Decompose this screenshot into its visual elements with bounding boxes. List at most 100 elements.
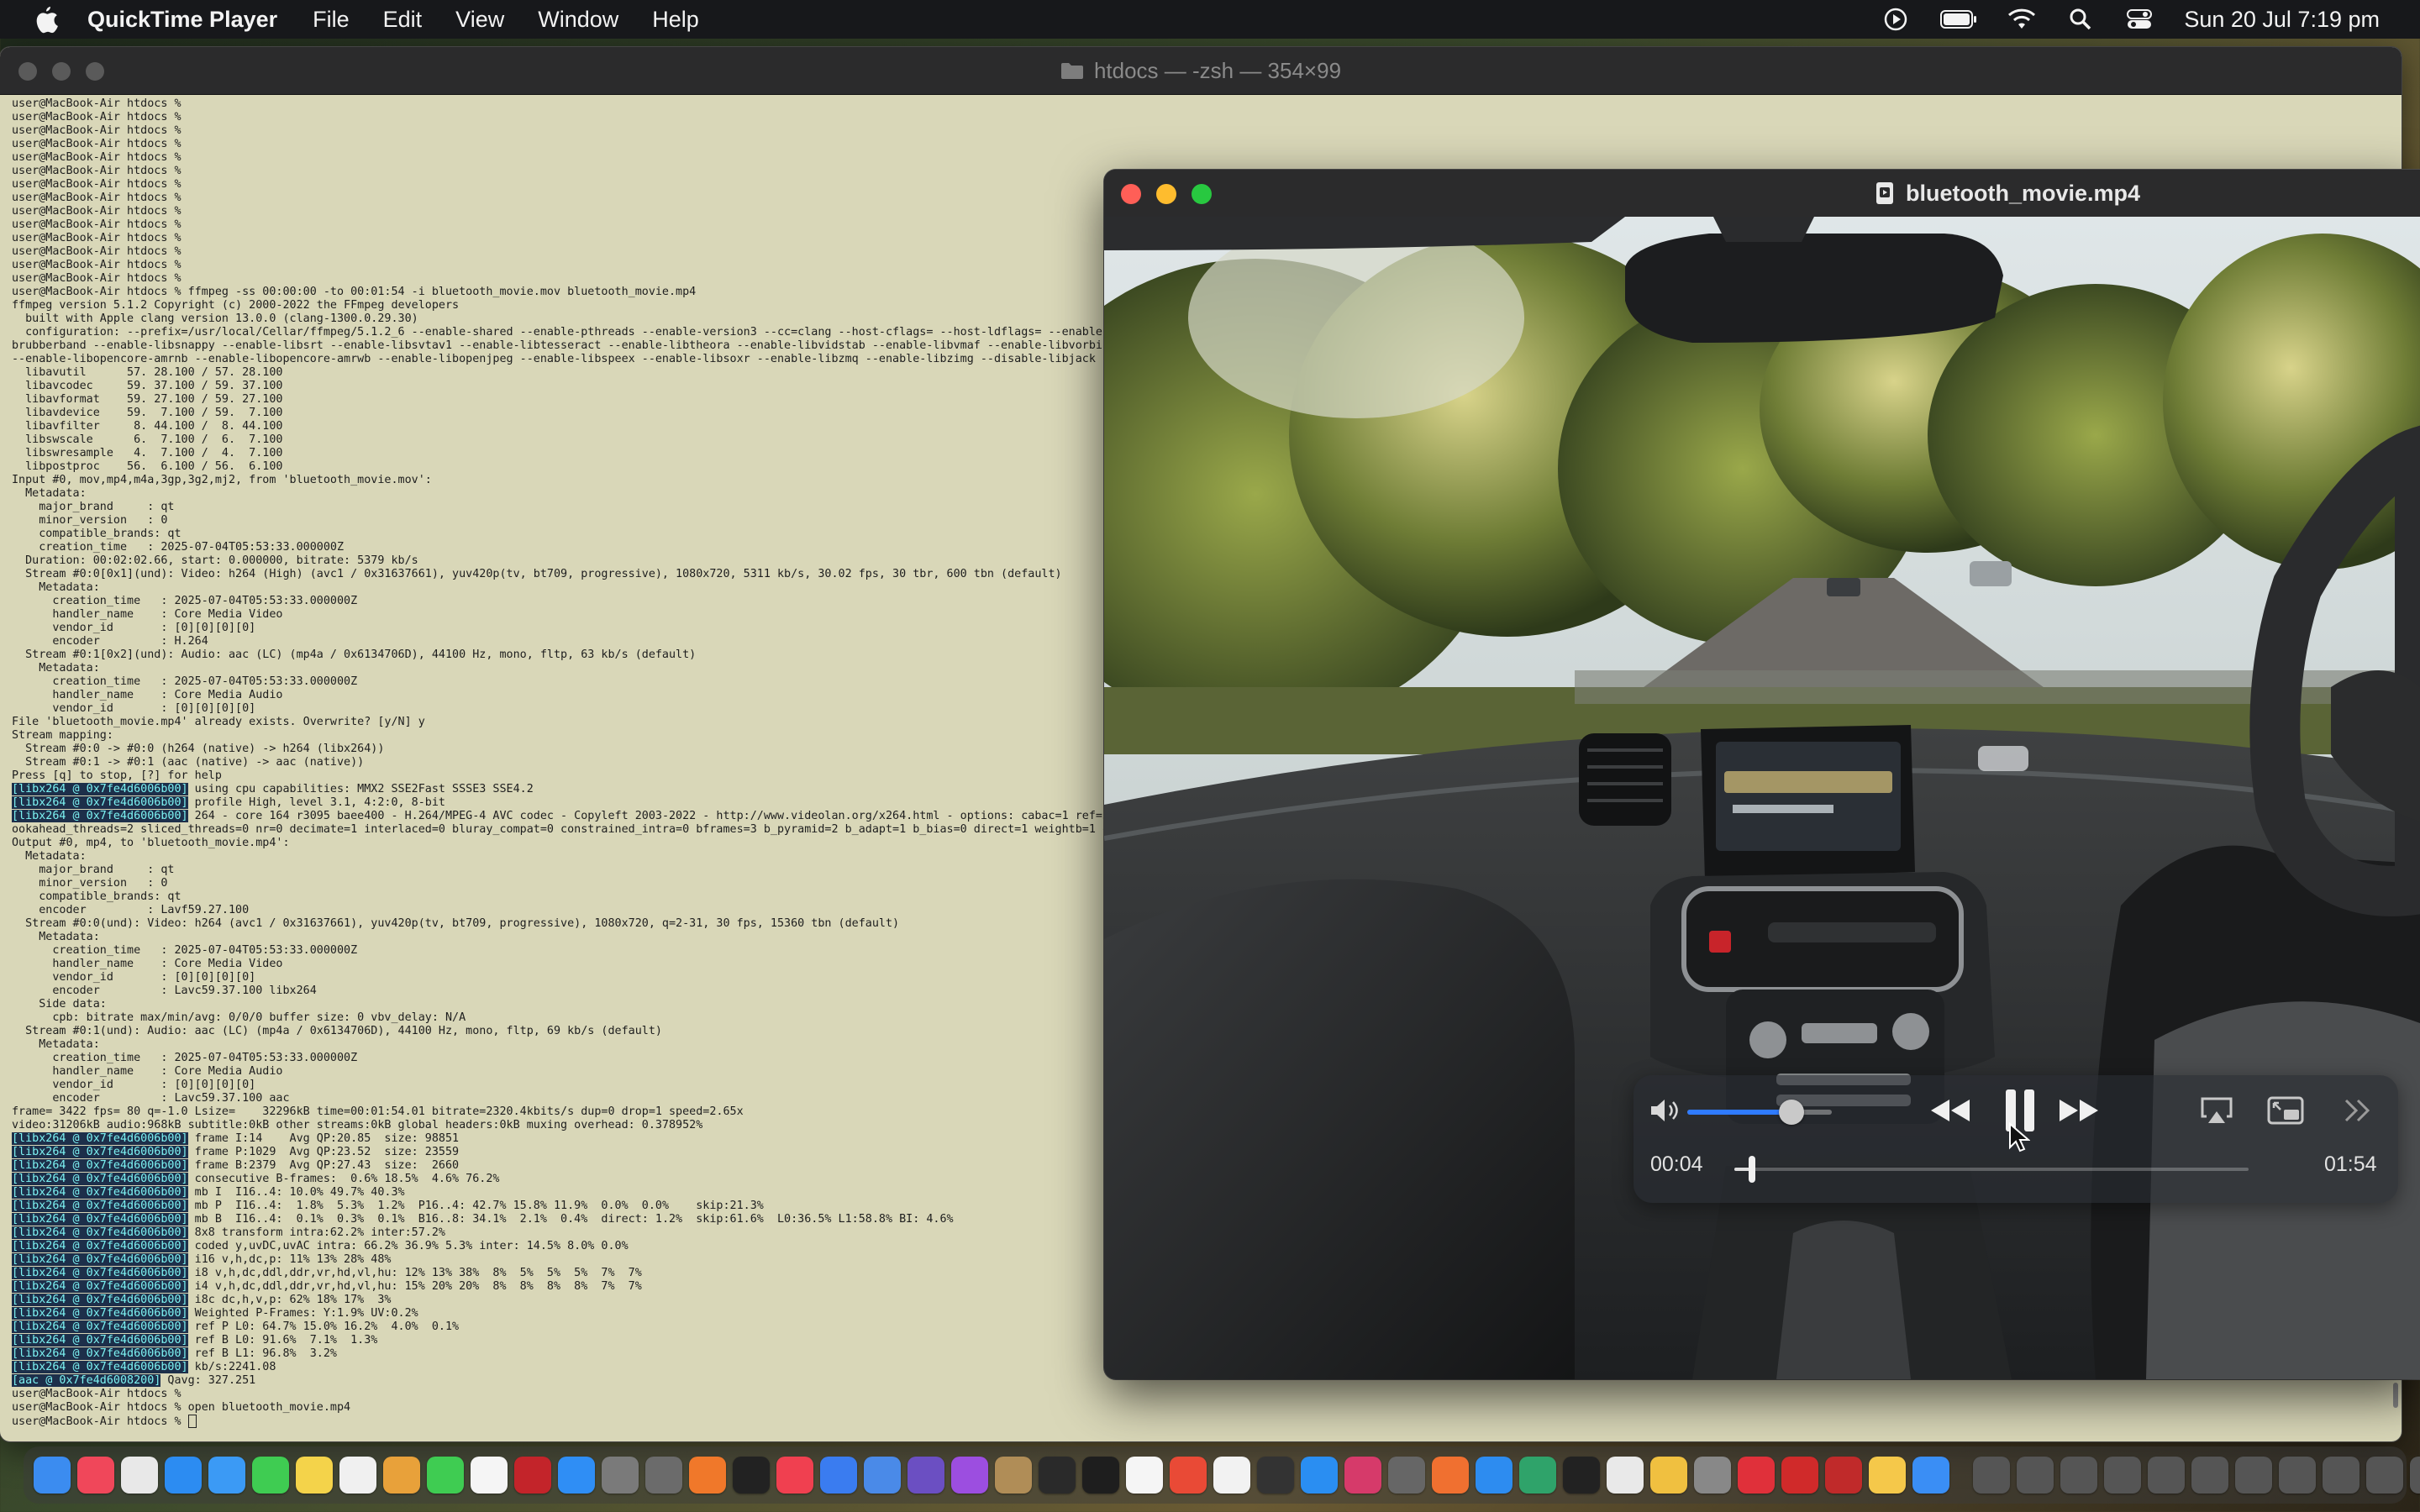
zoom-button[interactable] [86,62,104,81]
control-center-icon[interactable] [2125,5,2154,34]
line-text: user@MacBook-Air htdocs % [12,138,182,150]
preview-icon[interactable] [864,1457,901,1494]
battery-icon[interactable] [1940,5,1977,34]
dashboard-icon[interactable] [1388,1457,1425,1494]
wifi-icon[interactable] [2007,5,2036,34]
line-text: user@MacBook-Air htdocs % [12,111,182,123]
mail-icon[interactable] [208,1457,245,1494]
terminal-titlebar[interactable]: htdocs — -zsh — 354×99 [0,47,2402,95]
zoom-button[interactable] [1192,184,1212,204]
news-icon[interactable] [776,1457,813,1494]
pencil-icon[interactable] [1650,1457,1687,1494]
now-playing-icon[interactable] [1881,5,1910,34]
monkey-icon[interactable] [1694,1457,1731,1494]
rewind-button[interactable] [1928,1092,1973,1129]
window-thumb-icon[interactable] [2017,1457,2054,1494]
menu-window[interactable]: Window [538,7,618,33]
window-thumb-icon[interactable] [2191,1457,2228,1494]
close-button[interactable] [18,62,37,81]
archive-icon[interactable] [995,1457,1032,1494]
safari-icon[interactable] [165,1457,202,1494]
rewind-icon [1931,1100,1970,1121]
spotlight-search-icon[interactable] [2066,5,2095,34]
log-tag: [libx264 @ 0x7fe4d6006b00] [12,1173,188,1185]
facetime-icon[interactable] [427,1457,464,1494]
more-options-button[interactable] [2339,1094,2376,1127]
intellij-icon[interactable] [1344,1457,1381,1494]
window-thumb-icon[interactable] [1973,1457,2010,1494]
menu-file[interactable]: File [313,7,350,33]
music-icon[interactable] [77,1457,114,1494]
seek-knob[interactable] [1749,1156,1756,1183]
line-text: encoder : Lavc59.37.100 libx264 [12,984,317,997]
chrome-icon[interactable] [1170,1457,1207,1494]
chevron-double-right-icon [2344,1099,2370,1122]
lightbulb-icon[interactable] [1869,1457,1906,1494]
apple-menu-icon[interactable] [34,5,59,34]
firefox-icon[interactable] [689,1457,726,1494]
freeform-icon[interactable] [339,1457,376,1494]
window-thumb-icon[interactable] [2366,1457,2403,1494]
finder-icon[interactable] [34,1457,71,1494]
app-store-icon[interactable] [558,1457,595,1494]
antivirus-icon[interactable] [1781,1457,1818,1494]
window-thumb-icon[interactable] [2104,1457,2141,1494]
line-text: libswresample 4. 7.100 / 4. 7.100 [12,447,283,459]
airplay-button[interactable] [2198,1094,2235,1127]
volume-slider[interactable] [1687,1100,1832,1125]
quicktime-icon[interactable] [1301,1457,1338,1494]
launchpad-icon[interactable] [121,1457,158,1494]
calculator-icon[interactable] [602,1457,639,1494]
menu-help[interactable]: Help [652,7,699,33]
player-titlebar[interactable]: bluetooth_movie.mp4 [1104,170,2420,217]
github-icon[interactable] [1563,1457,1600,1494]
affinity-icon[interactable] [1519,1457,1556,1494]
window-thumb-icon[interactable] [2148,1457,2185,1494]
menu-view[interactable]: View [455,7,504,33]
window-thumb-icon[interactable] [2323,1457,2360,1494]
filezilla-icon[interactable] [514,1457,551,1494]
seek-bar[interactable] [1734,1156,2249,1183]
window-controls [18,62,104,81]
filemerge-icon[interactable] [1825,1457,1862,1494]
apple-tv-icon[interactable] [733,1457,770,1494]
menu-edit[interactable]: Edit [383,7,423,33]
podcasts-icon[interactable] [951,1457,988,1494]
xcode-icon[interactable] [1912,1457,1949,1494]
console-icon[interactable] [1257,1457,1294,1494]
calendar-icon[interactable] [1126,1457,1163,1494]
zoom-icon[interactable] [1476,1457,1512,1494]
no-entry-icon[interactable] [820,1457,857,1494]
terminal-alt-icon[interactable] [1082,1457,1119,1494]
app-menu[interactable]: QuickTime Player [87,7,277,33]
line-text: user@MacBook-Air htdocs % [12,232,182,244]
minimize-button[interactable] [52,62,71,81]
line-text: Stream #0:0[0x1](und): Video: h264 (High… [12,568,1062,580]
document-icon[interactable] [1213,1457,1250,1494]
notes-icon[interactable] [296,1457,333,1494]
opera-icon[interactable] [1738,1457,1775,1494]
close-button[interactable] [1121,184,1141,204]
terminal-icon[interactable] [1039,1457,1076,1494]
line-text: 8x8 transform intra:62.2% inter:57.2% [187,1226,445,1239]
volume-knob[interactable] [1778,1100,1804,1125]
picture-in-picture-button[interactable] [2265,1094,2306,1127]
window-thumb-icon[interactable] [2279,1457,2316,1494]
volume-icon[interactable] [1649,1097,1682,1124]
chatgpt-icon[interactable] [1607,1457,1644,1494]
window-thumb-icon[interactable] [2410,1457,2420,1494]
video-frame[interactable] [1104,217,2420,1379]
line-text: handler_name : Core Media Video [12,958,283,970]
textedit-icon[interactable] [471,1457,508,1494]
fast-forward-button[interactable] [2056,1092,2102,1129]
menubar-clock[interactable]: Sun 20 Jul 7:19 pm [2184,7,2380,33]
utility-icon[interactable] [645,1457,682,1494]
settings-icon[interactable] [1432,1457,1469,1494]
window-thumb-icon[interactable] [2060,1457,2097,1494]
scrollbar-marker[interactable] [2393,1383,2398,1408]
photos-icon[interactable] [383,1457,420,1494]
messages-icon[interactable] [252,1457,289,1494]
minimize-button[interactable] [1156,184,1176,204]
bbedit-icon[interactable] [908,1457,944,1494]
window-thumb-icon[interactable] [2235,1457,2272,1494]
